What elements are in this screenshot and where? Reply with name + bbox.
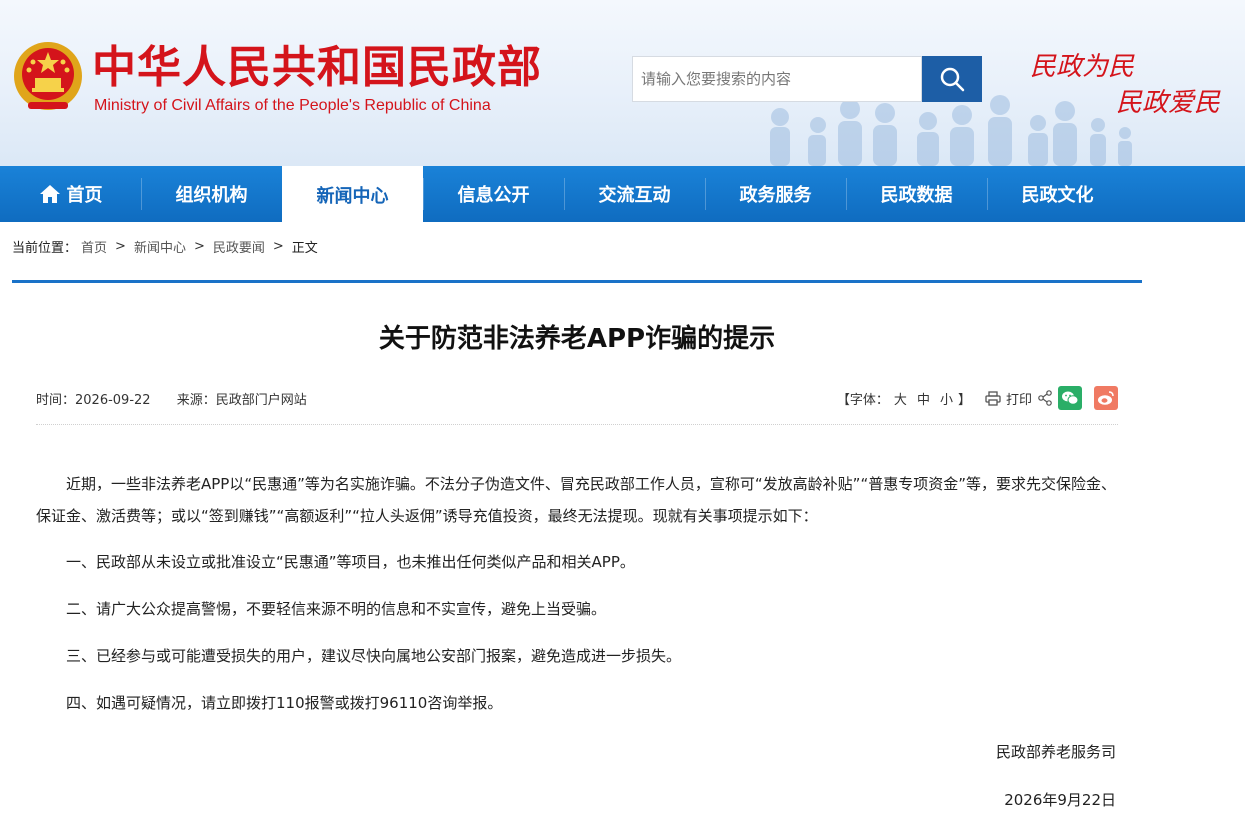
meta-divider xyxy=(36,424,1118,425)
home-icon xyxy=(39,184,61,204)
article-paragraph: 三、已经参与或可能遭受损失的用户，建议尽快向属地公安部门报案，避免造成进一步损失… xyxy=(66,647,682,665)
nav-item-information-disclosure[interactable]: 信息公开 xyxy=(423,166,564,222)
article-source: 来源：民政部门户网站 xyxy=(176,393,307,408)
breadcrumb-separator: > xyxy=(272,239,284,254)
article-title: 关于防范非法养老APP诈骗的提示 xyxy=(378,324,776,354)
nav-item-government-services[interactable]: 政务服务 xyxy=(705,166,846,222)
nav-item-news-center[interactable]: 新闻中心 xyxy=(282,166,423,224)
search-input[interactable] xyxy=(632,56,922,102)
article-paragraph: 一、民政部从未设立或批准设立“民惠通”等项目，也未推出任何类似产品和相关APP。 xyxy=(66,553,635,571)
font-size-small[interactable]: 小 xyxy=(940,393,953,408)
font-size-control: 【字体： 大中小】 xyxy=(837,389,971,408)
slogan-line-2: 民政爱民 xyxy=(1116,88,1221,118)
breadcrumb-separator: > xyxy=(193,239,205,254)
breadcrumb-separator: > xyxy=(115,239,126,254)
breadcrumb: 当前位置： 首页 > 新闻中心 > 民政要闻 > 正文 xyxy=(12,237,318,256)
national-emblem-logo xyxy=(14,42,82,110)
article-meta: 时间：2026-09-22 来源：民政部门户网站 xyxy=(36,389,329,408)
site-header: 中华人民共和国民政部 Ministry of Civil Affairs of … xyxy=(0,0,1245,166)
article-tools: 【字体： 大中小】 打印 xyxy=(837,386,1118,410)
print-button[interactable]: 打印 xyxy=(985,389,1032,408)
weibo-share-button[interactable] xyxy=(1094,386,1118,410)
site-title-english: Ministry of Civil Affairs of the People'… xyxy=(94,97,491,114)
wechat-share-button[interactable] xyxy=(1058,386,1082,410)
share-icon[interactable] xyxy=(1038,390,1052,406)
printer-icon xyxy=(985,390,1001,406)
nav-item-home[interactable]: 首页 xyxy=(0,166,141,222)
article-paragraph: 二、请广大公众提高警惕，不要轻信来源不明的信息和不实宣传，避免上当受骗。 xyxy=(66,600,607,618)
site-title-chinese: 中华人民共和国民政部 xyxy=(92,42,542,93)
section-divider xyxy=(12,280,1142,283)
nav-item-label: 首页 xyxy=(66,185,103,206)
print-label: 打印 xyxy=(1005,392,1032,408)
font-size-medium[interactable]: 中 xyxy=(917,393,930,408)
font-size-label: 【字体： xyxy=(836,392,889,408)
nav-item-interaction[interactable]: 交流互动 xyxy=(564,166,705,222)
article-paragraph: 四、如遇可疑情况，请立即拨打110报警或拨打96110咨询举报。 xyxy=(66,694,503,712)
search-button[interactable] xyxy=(922,56,982,102)
breadcrumb-link-home[interactable]: 首页 xyxy=(81,237,107,256)
article-body: 近期，一些非法养老APP以“民惠通”等为名实施诈骗。不法分子伪造文件、冒充民政部… xyxy=(36,468,1118,734)
breadcrumb-link-news-center[interactable]: 新闻中心 xyxy=(134,237,186,256)
font-size-label-close: 】 xyxy=(957,392,971,408)
nav-item-civil-culture[interactable]: 民政文化 xyxy=(987,166,1128,222)
font-size-large[interactable]: 大 xyxy=(894,393,907,408)
article-paragraph: 近期，一些非法养老APP以“民惠通”等为名实施诈骗。不法分子伪造文件、冒充民政部… xyxy=(36,475,1116,525)
nav-item-civil-data[interactable]: 民政数据 xyxy=(846,166,987,222)
search-icon xyxy=(940,67,965,92)
article-date: 时间：2026-09-22 xyxy=(36,393,151,408)
weibo-icon xyxy=(1098,391,1114,405)
main-navigation: 首页 组织机构 新闻中心 信息公开 交流互动 政务服务 民政数据 民政文化 xyxy=(0,166,1245,224)
article-sign-date: 2026年9月22日 xyxy=(1004,791,1116,809)
breadcrumb-link-civil-news[interactable]: 民政要闻 xyxy=(213,237,265,256)
slogan-line-1: 民政为民 xyxy=(1030,52,1135,82)
nav-item-organization[interactable]: 组织机构 xyxy=(141,166,282,222)
wechat-icon xyxy=(1062,391,1079,405)
article-signature: 民政部养老服务司 xyxy=(995,743,1116,761)
breadcrumb-label: 当前位置： xyxy=(12,241,78,256)
breadcrumb-current: 正文 xyxy=(291,241,318,256)
